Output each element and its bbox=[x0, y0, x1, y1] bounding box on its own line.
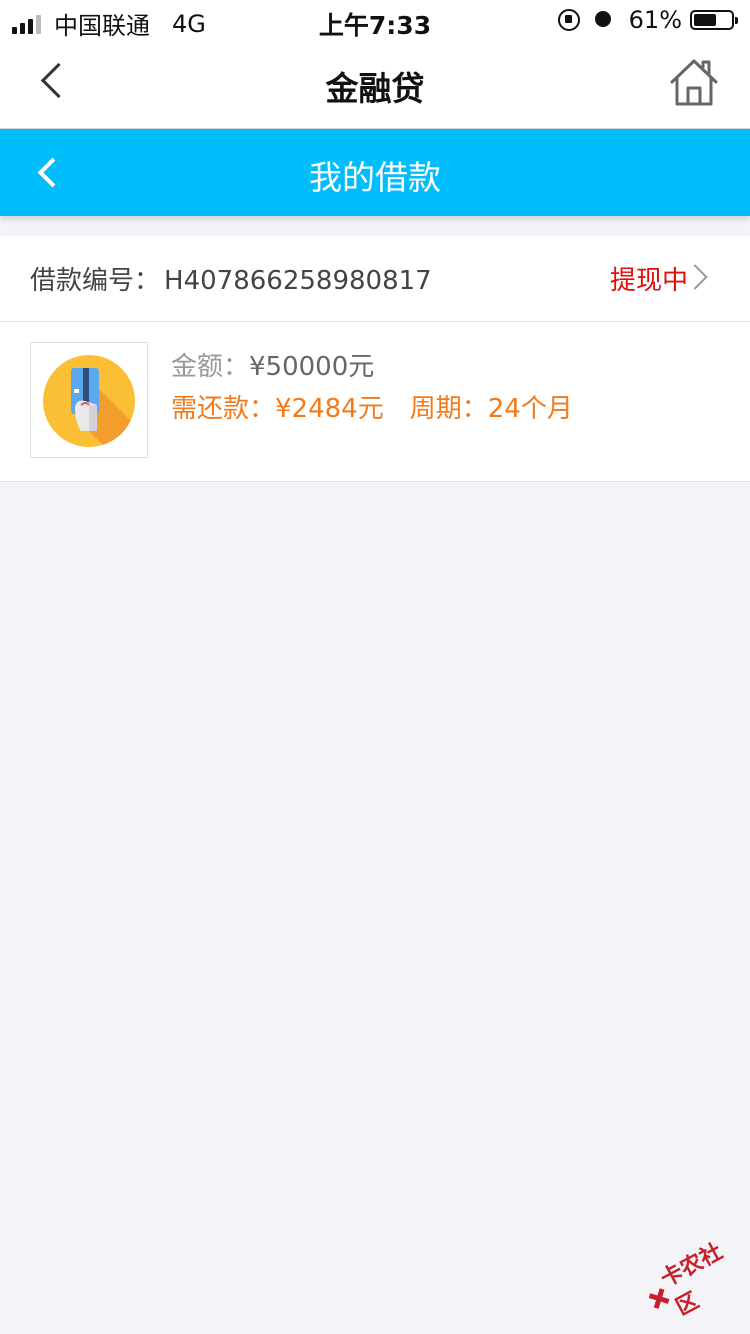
period-value: 24个月 bbox=[487, 394, 573, 424]
battery-icon bbox=[690, 10, 738, 30]
chevron-right-icon[interactable] bbox=[690, 266, 710, 290]
battery-fill bbox=[694, 14, 716, 26]
loan-id-label: 借款编号： bbox=[30, 266, 161, 296]
amount-label: 金额： bbox=[171, 352, 250, 382]
orientation-lock-icon bbox=[557, 8, 581, 32]
nav-bar: 金融贷 bbox=[0, 40, 750, 129]
loan-card[interactable]: 借款编号： H407866258980817 提现中 金额：¥50000元 需还款… bbox=[0, 236, 750, 482]
loan-id: 借款编号： H407866258980817 bbox=[30, 260, 432, 297]
card-hand-icon bbox=[43, 355, 135, 447]
period-label: 周期： bbox=[409, 394, 488, 424]
battery-percent: 61% bbox=[628, 6, 682, 34]
repay-value: ¥2484元 bbox=[275, 394, 384, 424]
page-title: 我的借款 bbox=[309, 158, 441, 197]
repay-label: 需还款： bbox=[171, 394, 276, 424]
status-right: 61% bbox=[557, 6, 738, 34]
home-icon[interactable] bbox=[668, 56, 720, 108]
loan-status: 提现中 bbox=[609, 266, 688, 296]
loan-id-row[interactable]: 借款编号： H407866258980817 提现中 bbox=[0, 236, 750, 322]
loan-id-value: H407866258980817 bbox=[164, 266, 432, 296]
watermark: 卡农社区 bbox=[636, 1230, 750, 1330]
page-header: 我的借款 bbox=[0, 129, 750, 216]
repay-line: 需还款：¥2484元 周期：24个月 bbox=[171, 388, 573, 425]
watermark-text: 卡农社区 bbox=[656, 1239, 727, 1321]
alarm-icon bbox=[593, 8, 617, 32]
loan-thumbnail bbox=[30, 342, 148, 458]
amount-value: ¥50000元 bbox=[249, 352, 375, 382]
status-bar: 中国联通 4G 上午7:33 61% bbox=[0, 0, 750, 40]
app-title: 金融贷 bbox=[325, 69, 425, 108]
amount-line: 金额：¥50000元 bbox=[171, 346, 374, 383]
